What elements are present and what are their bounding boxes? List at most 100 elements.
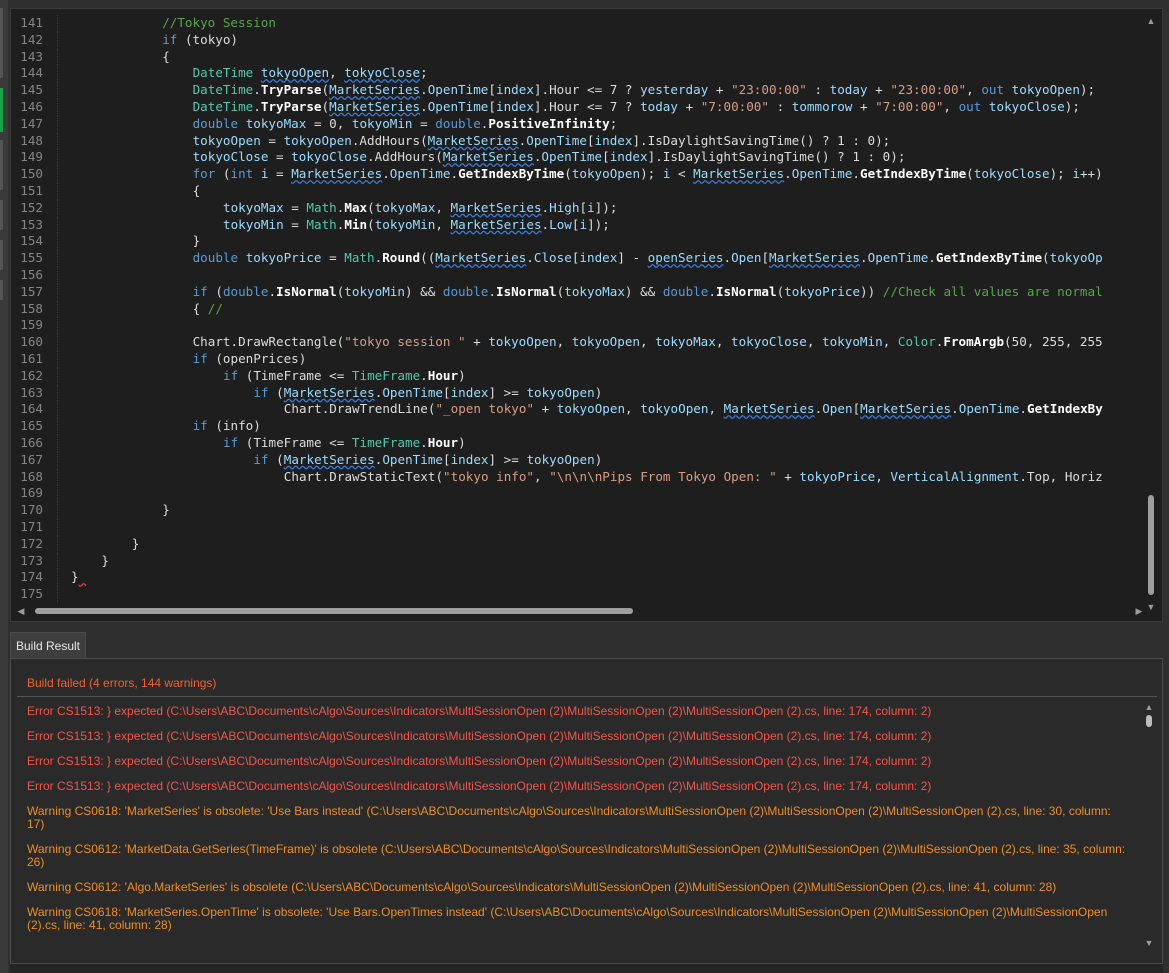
line-number: 173 <box>20 552 43 568</box>
scroll-thumb[interactable] <box>1146 715 1152 727</box>
code-line[interactable]: 169 <box>11 485 1103 503</box>
code-token: , <box>715 334 732 350</box>
code-line[interactable]: 161 if (openPrices) <box>11 350 1103 368</box>
code-line[interactable]: 165 if (info) <box>11 418 1103 435</box>
editor-horizontal-scrollbar[interactable]: ◀ ▶ <box>15 605 1145 617</box>
warning-message[interactable]: Warning CS0618: 'MarketSeries.OpenTime' … <box>27 906 1127 932</box>
code-line[interactable]: 166 if (TimeFrame <= TimeFrame.Hour) <box>11 434 1103 452</box>
code-text: tokyoOpen = tokyoOpen.AddHours(MarketSer… <box>71 133 891 150</box>
indent-guide <box>57 48 71 66</box>
code-token: tokyoClose <box>731 334 807 350</box>
code-line[interactable]: 154} <box>11 233 1103 251</box>
code-token: Hour <box>427 434 459 450</box>
code-token: openSeries <box>647 250 724 266</box>
build-vertical-scrollbar[interactable]: ▲ ▼ <box>1144 701 1154 949</box>
code-line[interactable]: 170} <box>11 502 1103 519</box>
warning-message[interactable]: Warning CS0612: 'Algo.MarketSeries' is o… <box>27 881 1127 894</box>
code-line[interactable]: 162 if (TimeFrame <= TimeFrame.Hour) <box>11 367 1103 385</box>
code-line[interactable]: 141 //Tokyo Session <box>11 15 1103 32</box>
warning-message[interactable]: Warning CS0618: 'MarketSeries' is obsole… <box>27 805 1127 831</box>
code-line[interactable]: 173} <box>11 552 1103 570</box>
line-number: 174 <box>20 569 43 585</box>
indent-guide <box>57 182 71 200</box>
code-line[interactable]: 145 DateTime.TryParse(MarketSeries.OpenTi… <box>11 82 1103 99</box>
code-token: Chart.DrawRectangle( <box>192 334 345 350</box>
error-message[interactable]: Error CS1513: } expected (C:\Users\ABC\D… <box>27 705 1127 718</box>
code-line[interactable]: 150 for (int i = MarketSeries.OpenTime.Ge… <box>11 166 1103 183</box>
code-text: { <box>71 49 170 66</box>
code-token: } <box>162 502 170 518</box>
error-message[interactable]: Error CS1513: } expected (C:\Users\ABC\D… <box>27 755 1127 768</box>
code-line[interactable]: 156 <box>11 266 1103 284</box>
scroll-left-icon[interactable]: ◀ <box>15 605 27 617</box>
code-editor[interactable]: 141 //Tokyo Session 142 if (tokyo) 143 {144 Da… <box>10 8 1163 622</box>
scroll-down-icon[interactable]: ▼ <box>1144 937 1154 949</box>
code-line[interactable]: 171 <box>11 518 1103 536</box>
code-line[interactable]: 142 if (tokyo) <box>11 31 1103 49</box>
scroll-thumb[interactable] <box>1148 495 1154 595</box>
error-message[interactable]: Error CS1513: } expected (C:\Users\ABC\D… <box>27 730 1127 743</box>
code-token: i <box>1072 166 1080 182</box>
editor-vertical-scrollbar[interactable]: ▲ ▼ <box>1146 15 1156 613</box>
code-token: MarketSeries <box>723 401 815 417</box>
code-token: IsNormal <box>495 283 557 299</box>
code-token: index <box>495 82 534 98</box>
code-token: : <box>806 82 830 98</box>
code-token: ( <box>321 98 330 114</box>
code-line[interactable]: 147 double tokyoMax = 0, tokyoMin = doubl… <box>11 115 1103 133</box>
code-line[interactable]: 168 Chart.DrawStaticText("tokyo info", "\… <box>11 468 1103 486</box>
code-token: tokyoPrice <box>784 283 861 299</box>
code-line[interactable]: 153 tokyoMin = Math.Min(tokyoMin, MarketS… <box>11 216 1103 234</box>
scroll-down-icon[interactable]: ▼ <box>1146 601 1156 613</box>
scroll-up-icon[interactable]: ▲ <box>1146 15 1156 27</box>
line-number: 164 <box>20 401 43 417</box>
code-line[interactable]: 175 <box>11 586 1103 603</box>
code-line[interactable]: 172} <box>11 535 1103 553</box>
code-text: { <box>71 183 201 200</box>
code-token: tokyoOp <box>1049 250 1103 266</box>
tab-build-result[interactable]: Build Result <box>10 632 86 658</box>
indent-guide <box>57 266 71 284</box>
code-token: tokyoClose <box>291 149 367 165</box>
code-token: ) <box>458 367 466 383</box>
code-token: if <box>192 418 208 434</box>
code-token: OpenTime <box>427 82 489 98</box>
line-number: 148 <box>20 132 43 148</box>
code-lines[interactable]: 141 //Tokyo Session 142 if (tokyo) 143 {144 Da… <box>11 15 1103 603</box>
code-line[interactable]: 159 <box>11 317 1103 335</box>
code-token: double <box>442 283 489 299</box>
code-token: , <box>435 216 451 232</box>
code-line[interactable]: 143 { <box>11 48 1103 66</box>
code-line[interactable]: 160 Chart.DrawRectangle("tokyo session " … <box>11 334 1103 351</box>
code-line[interactable]: 151 { <box>11 182 1103 200</box>
code-line[interactable]: 155 double tokyoPrice = Math.Round((Marke… <box>11 250 1103 267</box>
indent-guide <box>57 535 71 553</box>
code-line[interactable]: 164 Chart.DrawTrendLine("_open tokyo" + t… <box>11 401 1103 419</box>
code-line[interactable]: 152 tokyoMax = Math.Max(tokyoMax, MarketS… <box>11 199 1103 217</box>
scroll-right-icon[interactable]: ▶ <box>1133 605 1145 617</box>
code-line[interactable]: 146 DateTime.TryParse(MarketSeries.OpenTi… <box>11 98 1103 116</box>
code-token: ); <box>1049 166 1073 182</box>
warning-message[interactable]: Warning CS0612: 'MarketData.GetSeries(Ti… <box>27 843 1127 869</box>
code-line[interactable]: 163 if (MarketSeries.OpenTime[index] >= t… <box>11 384 1103 402</box>
code-line[interactable]: 174} <box>11 569 1103 587</box>
line-number: 142 <box>20 31 43 47</box>
code-token: VerticalAlignment <box>890 468 1020 484</box>
code-token: Max <box>344 199 368 215</box>
code-token: (openPrices) <box>207 350 307 366</box>
scroll-up-icon[interactable]: ▲ <box>1144 701 1154 713</box>
code-token: DateTime <box>192 98 254 114</box>
code-line[interactable]: 144 DateTime tokyoOpen, tokyoClose; <box>11 65 1103 83</box>
code-line[interactable]: 167 if (MarketSeries.OpenTime[index] >= t… <box>11 451 1103 469</box>
code-line[interactable]: 158 { // <box>11 300 1103 318</box>
error-message[interactable]: Error CS1513: } expected (C:\Users\ABC\D… <box>27 780 1127 793</box>
code-token: ( <box>268 384 284 400</box>
code-line[interactable]: 157 if (double.IsNormal(tokyoMin) && doub… <box>11 283 1103 301</box>
line-number: 157 <box>20 283 43 299</box>
scroll-thumb[interactable] <box>35 608 633 614</box>
code-token: ) && <box>624 283 663 299</box>
code-line[interactable]: 149 tokyoClose = tokyoClose.AddHours(Mark… <box>11 149 1103 167</box>
code-line[interactable]: 148 tokyoOpen = tokyoOpen.AddHours(Market… <box>11 132 1103 150</box>
